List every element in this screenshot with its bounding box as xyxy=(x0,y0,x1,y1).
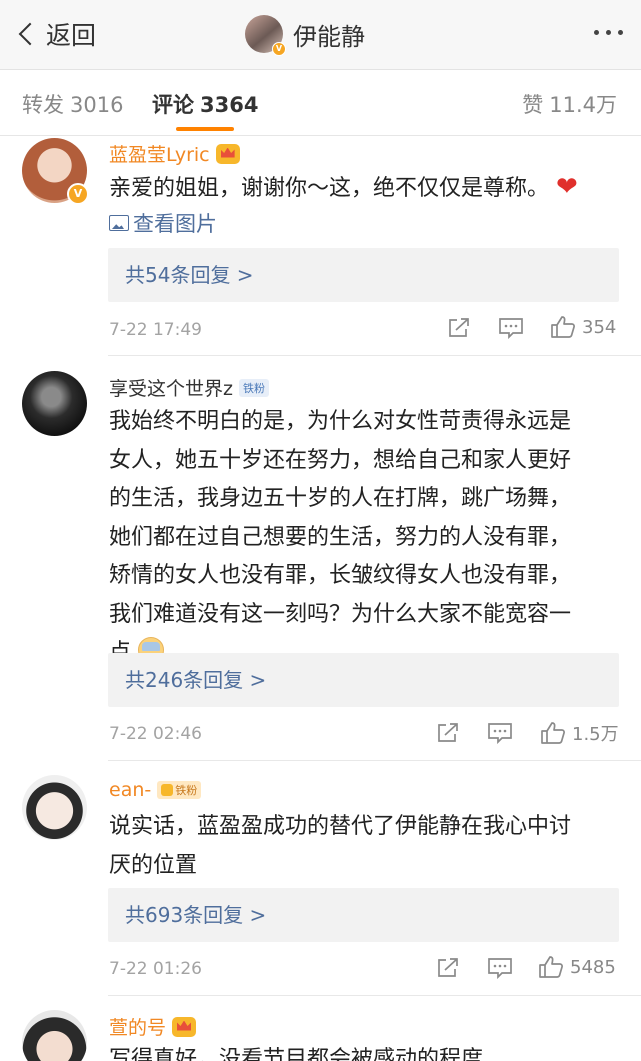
active-tab-indicator xyxy=(176,127,234,131)
reply-count-link[interactable]: 共54条回复 > xyxy=(108,248,619,302)
comment-username[interactable]: 萱的号 xyxy=(109,1013,197,1040)
heart-icon: ❤ xyxy=(556,172,578,202)
crown-icon xyxy=(215,143,240,164)
thumbs-up-icon xyxy=(551,316,575,338)
nav-bar: 返回 V 伊能静 xyxy=(0,0,641,70)
comment-text-line: 的生活，我身边五十岁的人在打牌，跳广场舞， xyxy=(109,486,572,511)
tab-bar: 转发 3016 评论 3364 赞 11.4万 xyxy=(0,70,641,136)
avatar: V xyxy=(245,15,286,56)
divider xyxy=(108,995,641,996)
tab-label: 评论 xyxy=(152,93,194,117)
share-icon[interactable] xyxy=(436,722,460,744)
username-text: 享受这个世界z xyxy=(109,378,233,400)
reply-count-link[interactable]: 共246条回复 > xyxy=(108,653,619,707)
reply-count-link[interactable]: 共693条回复 > xyxy=(108,888,619,942)
comment-text: 我始终不明白的是，为什么对女性苛责得永远是 女人，她五十岁还在努力，想给自己和家… xyxy=(109,403,609,673)
comment-text: 写得真好，没看节目都会被感动的程度 xyxy=(109,1041,609,1061)
more-options-button[interactable] xyxy=(594,30,623,35)
thumbs-up-icon xyxy=(541,722,565,744)
view-image-link[interactable]: 查看图片 xyxy=(109,208,217,238)
username-text: 蓝盈莹Lyric xyxy=(109,144,210,166)
comment-username[interactable]: 蓝盈莹Lyric xyxy=(109,140,240,167)
tab-comments[interactable]: 评论 3364 xyxy=(152,89,258,119)
back-label: 返回 xyxy=(46,21,97,50)
comment-username[interactable]: 享受这个世界z 铁粉 xyxy=(109,374,269,401)
comment-text-line: 我始终不明白的是，为什么对女性苛责得永远是 xyxy=(109,409,572,434)
comment-text-line: 厌的位置 xyxy=(109,852,198,878)
dot-icon xyxy=(594,30,599,35)
comment-time: 7-22 17:49 xyxy=(109,320,202,340)
reply-icon[interactable] xyxy=(487,957,513,979)
chevron-left-icon xyxy=(18,22,42,46)
comment-text-line: 我们难道没有这一刻吗？为什么大家不能宽容一 xyxy=(109,601,572,627)
fan-badge: 铁粉 xyxy=(157,781,202,799)
thumbs-up-icon xyxy=(539,956,563,978)
tab-likes[interactable]: 赞 11.4万 xyxy=(522,89,617,119)
username-text: 萱的号 xyxy=(109,1017,167,1039)
comment-text-line: 亲爱的姐姐，谢谢你～这，绝不仅仅是尊称。 xyxy=(109,176,550,201)
comment-text: 说实话，蓝盈盈成功的替代了伊能静在我心中讨 厌的位置 xyxy=(109,808,609,885)
like-count: 354 xyxy=(582,316,617,338)
dot-icon xyxy=(606,30,611,35)
tab-label: 转发 xyxy=(22,93,64,117)
fan-badge: 铁粉 xyxy=(238,378,269,397)
comment-text-line: 女人，她五十岁还在努力，想给自己和家人更好 xyxy=(109,447,572,473)
like-count: 5485 xyxy=(570,956,616,978)
view-image-label: 查看图片 xyxy=(133,212,217,236)
avatar[interactable] xyxy=(22,371,87,436)
reply-icon[interactable] xyxy=(487,722,513,744)
comment-username[interactable]: ean- 铁粉 xyxy=(109,779,202,801)
comment-text-line: 矫情的女人也没有罪，长皱纹得女人也没有罪， xyxy=(109,563,572,588)
image-icon xyxy=(109,215,129,231)
tab-count: 11.4万 xyxy=(549,93,617,117)
share-icon[interactable] xyxy=(447,317,471,339)
tab-count: 3364 xyxy=(200,93,259,117)
verified-badge: V xyxy=(272,42,286,56)
verified-badge: V xyxy=(67,183,89,205)
comment-time: 7-22 02:46 xyxy=(109,724,202,744)
comment-text-line: 她们都在过自己想要的生活，努力的人没有罪， xyxy=(109,524,572,550)
reply-icon[interactable] xyxy=(498,317,524,339)
like-button[interactable]: 354 xyxy=(550,315,616,339)
divider xyxy=(108,355,641,356)
page-title: 伊能静 xyxy=(293,22,365,51)
comment-time: 7-22 01:26 xyxy=(109,959,202,979)
share-icon[interactable] xyxy=(436,957,460,979)
dot-icon xyxy=(618,30,623,35)
crown-icon xyxy=(161,784,174,796)
like-button[interactable]: 1.5万 xyxy=(540,720,619,746)
avatar[interactable] xyxy=(22,1010,87,1061)
username-text: ean- xyxy=(109,779,152,801)
tab-count: 3016 xyxy=(70,93,124,117)
divider xyxy=(108,760,641,761)
comment-text-line: 写得真好，没看节目都会被感动的程度 xyxy=(109,1047,484,1061)
avatar[interactable] xyxy=(22,775,87,840)
like-count: 1.5万 xyxy=(572,724,619,745)
tab-label: 赞 xyxy=(522,93,544,117)
back-button[interactable]: 返回 xyxy=(14,14,96,54)
page-title-group[interactable]: V 伊能静 xyxy=(245,14,365,56)
like-button[interactable]: 5485 xyxy=(538,955,616,979)
crown-icon xyxy=(172,1016,197,1037)
comment-text-line: 说实话，蓝盈盈成功的替代了伊能静在我心中讨 xyxy=(109,814,572,839)
fan-badge-label: 铁粉 xyxy=(175,784,198,797)
avatar[interactable]: V xyxy=(22,138,89,205)
comment-text: 亲爱的姐姐，谢谢你～这，绝不仅仅是尊称。 ❤ xyxy=(109,168,609,209)
tab-reposts[interactable]: 转发 3016 xyxy=(22,89,123,119)
